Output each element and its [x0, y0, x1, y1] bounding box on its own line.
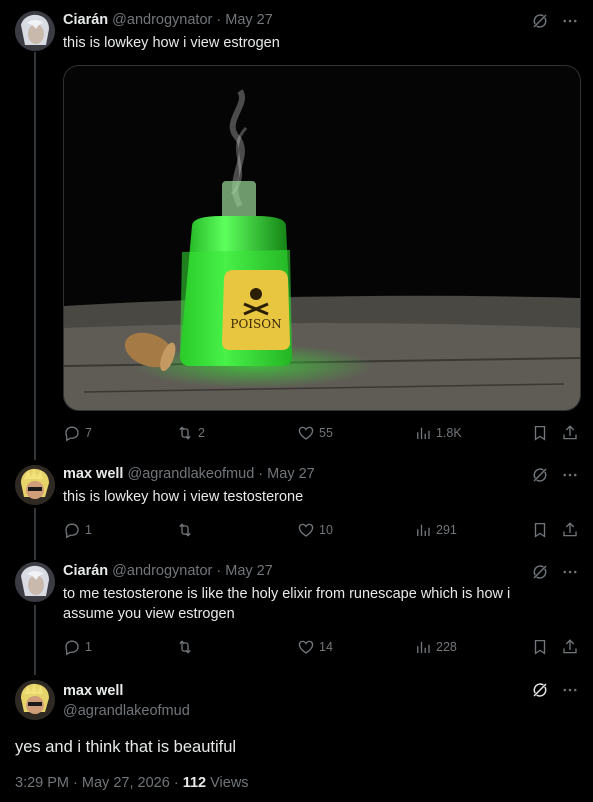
handle[interactable]: @agrandlakeofmud: [63, 702, 190, 720]
share-button[interactable]: [561, 520, 583, 540]
timestamp[interactable]: May 27: [225, 563, 273, 579]
views-icon: [414, 521, 432, 539]
reply-count: 7: [85, 426, 92, 440]
timestamp[interactable]: May 27: [267, 466, 315, 482]
tweet-image[interactable]: POISON: [63, 65, 581, 411]
like-count: 55: [319, 426, 333, 440]
views-button[interactable]: 291: [414, 520, 457, 540]
views-icon: [414, 424, 432, 442]
display-name[interactable]: Ciarán: [63, 563, 108, 579]
tweet[interactable]: Ciarán @androgynator · May 27 to me test…: [0, 562, 593, 662]
grok-icon[interactable]: [531, 12, 549, 30]
bookmark-icon: [531, 424, 549, 442]
separator: ·: [73, 775, 78, 791]
separator: ·: [216, 12, 222, 28]
more-icon[interactable]: [561, 563, 579, 581]
like-icon: [297, 638, 315, 656]
tweet-header: max well @agrandlakeofmud · May 27: [63, 465, 315, 483]
share-icon: [561, 424, 579, 442]
display-name[interactable]: max well: [63, 466, 123, 482]
like-button[interactable]: 14: [297, 637, 333, 657]
views-button[interactable]: 228: [414, 637, 457, 657]
grok-icon[interactable]: [531, 681, 549, 699]
avatar[interactable]: [15, 680, 55, 720]
retweet-button[interactable]: [176, 637, 198, 657]
bookmark-button[interactable]: [531, 520, 553, 540]
handle[interactable]: @androgynator: [112, 563, 212, 579]
tweet-text: this is lowkey how i view estrogen: [63, 35, 280, 51]
separator: ·: [258, 466, 264, 482]
tweet-text-line: assume you view estrogen: [63, 606, 235, 622]
views-total: 112: [182, 775, 207, 791]
poison-label: POISON: [230, 317, 281, 331]
focal-tweet-text: yes and i think that is beautiful: [15, 738, 237, 756]
tweet-header: Ciarán @androgynator · May 27: [63, 11, 273, 29]
like-count: 14: [319, 640, 333, 654]
share-icon: [561, 521, 579, 539]
display-name[interactable]: Ciarán: [63, 12, 108, 28]
reply-count: 1: [85, 640, 92, 654]
focal-header: max well @agrandlakeofmud: [63, 682, 190, 720]
reply-button[interactable]: 7: [63, 423, 92, 443]
tweet-actions: 1 10 291: [63, 520, 583, 540]
reply-icon: [63, 424, 81, 442]
avatar[interactable]: [15, 11, 55, 51]
like-icon: [297, 424, 315, 442]
like-button[interactable]: 55: [297, 423, 333, 443]
handle[interactable]: @agrandlakeofmud: [127, 466, 254, 482]
reply-icon: [63, 521, 81, 539]
post-date[interactable]: May 27, 2026: [82, 775, 170, 791]
avatar[interactable]: [15, 562, 55, 602]
retweet-icon: [176, 424, 194, 442]
share-button[interactable]: [561, 637, 583, 657]
reply-icon: [63, 638, 81, 656]
grok-icon[interactable]: [531, 563, 549, 581]
more-icon[interactable]: [561, 12, 579, 30]
views-count: 1.8K: [436, 426, 462, 440]
reply-button[interactable]: 1: [63, 637, 92, 657]
bookmark-icon: [531, 638, 549, 656]
views-button[interactable]: 1.8K: [414, 423, 462, 443]
tweet-text: this is lowkey how i view testosterone: [63, 489, 304, 505]
more-icon[interactable]: [561, 681, 579, 699]
poison-bottle-image: POISON: [64, 66, 580, 410]
tweet-header: Ciarán @androgynator · May 27: [63, 562, 273, 580]
separator: ·: [173, 775, 179, 791]
views-label: Views: [210, 775, 249, 791]
display-name[interactable]: max well: [63, 682, 190, 700]
avatar[interactable]: [15, 465, 55, 505]
handle[interactable]: @androgynator: [112, 12, 212, 28]
share-icon: [561, 638, 579, 656]
tweet-actions: 7 2 55 1.8K: [63, 423, 583, 443]
tweet-text-line: to me testosterone is like the holy elix…: [63, 586, 511, 602]
share-button[interactable]: [561, 423, 583, 443]
tweet-actions: 1 14 228: [63, 637, 583, 657]
like-count: 10: [319, 523, 333, 537]
tweet-footer: 3:29 PM · May 27, 2026 · 112 Views: [15, 775, 249, 791]
retweet-button[interactable]: 2: [176, 423, 205, 443]
more-icon[interactable]: [561, 466, 579, 484]
like-icon: [297, 521, 315, 539]
tweet[interactable]: Ciarán @androgynator · May 27 this is lo…: [0, 11, 593, 451]
grok-icon[interactable]: [531, 466, 549, 484]
retweet-count: 2: [198, 426, 205, 440]
reply-count: 1: [85, 523, 92, 537]
tweet-text: to me testosterone is like the holy elix…: [63, 584, 510, 624]
tweet[interactable]: max well @agrandlakeofmud · May 27 this …: [0, 465, 593, 545]
like-button[interactable]: 10: [297, 520, 333, 540]
retweet-icon: [176, 638, 194, 656]
bookmark-button[interactable]: [531, 423, 553, 443]
views-icon: [414, 638, 432, 656]
separator: ·: [216, 563, 222, 579]
retweet-button[interactable]: [176, 520, 198, 540]
bookmark-icon: [531, 521, 549, 539]
timestamp[interactable]: May 27: [225, 12, 273, 28]
reply-button[interactable]: 1: [63, 520, 92, 540]
views-count: 228: [436, 640, 457, 654]
retweet-icon: [176, 521, 194, 539]
bookmark-button[interactable]: [531, 637, 553, 657]
post-time[interactable]: 3:29 PM: [15, 775, 69, 791]
views-count: 291: [436, 523, 457, 537]
